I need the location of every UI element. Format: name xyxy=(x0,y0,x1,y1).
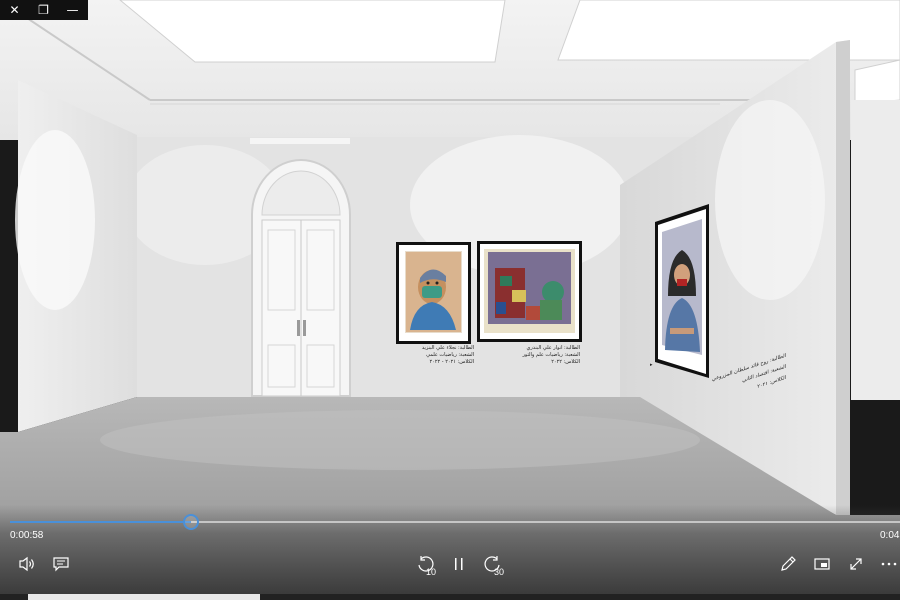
edit-button[interactable] xyxy=(775,551,801,577)
captions-icon xyxy=(53,557,69,572)
caption-line: الشعبة: رياضيات علمي xyxy=(426,352,474,358)
player-controls: 0:00:58 0:04:0 10 xyxy=(0,505,900,600)
skip-forward-button[interactable]: 30 xyxy=(480,551,506,577)
skip-back-label: 10 xyxy=(425,567,436,577)
more-button[interactable] xyxy=(876,551,900,577)
painting-1-caption: الطالبة: نجلاء علي البنزيد الشعبة: رياضي… xyxy=(418,345,474,366)
painting-woman-portrait xyxy=(655,204,709,378)
more-icon xyxy=(881,562,897,566)
skip-back-button[interactable]: 10 xyxy=(412,551,438,577)
caption-line: الطالبة: انوار علي البندري xyxy=(526,345,580,351)
captions-button[interactable] xyxy=(48,551,74,577)
painting-mosaic xyxy=(477,241,582,342)
volume-button[interactable] xyxy=(14,551,40,577)
minimize-button[interactable]: — xyxy=(58,0,87,20)
seek-progress xyxy=(10,521,191,523)
restore-icon: ❐ xyxy=(38,3,49,17)
taskbar-strip xyxy=(0,594,900,600)
skip-forward-label: 30 xyxy=(493,567,504,577)
mini-view-icon xyxy=(814,558,830,570)
close-icon: ✕ xyxy=(9,3,20,17)
fullscreen-button[interactable] xyxy=(843,551,869,577)
pause-icon xyxy=(455,558,463,570)
total-time: 0:04:0 xyxy=(880,530,900,541)
caption-line: الشعبة: رياضيات علم والثور xyxy=(522,352,580,358)
painting-2-caption: الطالبة: انوار علي البندري الشعبة: رياضي… xyxy=(518,345,580,366)
window-controls: ✕ ❐ — xyxy=(0,0,88,20)
pencil-icon xyxy=(781,556,796,571)
painting-masked-figure xyxy=(396,242,471,344)
pause-button[interactable] xyxy=(446,551,472,577)
current-time: 0:00:58 xyxy=(10,530,44,541)
mini-view-button[interactable] xyxy=(809,551,835,577)
caption-line: الكلاس: ٢٠٢٢ xyxy=(551,359,580,365)
fullscreen-icon xyxy=(850,558,862,570)
seek-thumb[interactable] xyxy=(182,514,199,530)
arched-door xyxy=(250,138,351,397)
caption-line: الكلاس: ٢٠٢١ - ٢٠٢٢ xyxy=(429,359,474,365)
close-button[interactable]: ✕ xyxy=(0,0,29,20)
volume-icon xyxy=(19,556,34,572)
minimize-icon: — xyxy=(66,3,79,17)
video-player: ▸ الطالبة: نجلاء علي البنزيد الشعبة: ريا… xyxy=(0,0,900,600)
restore-button[interactable]: ❐ xyxy=(29,0,58,20)
caption-line: الطالبة: نجلاء علي البنزيد xyxy=(421,345,474,351)
seek-bar[interactable] xyxy=(10,514,900,530)
